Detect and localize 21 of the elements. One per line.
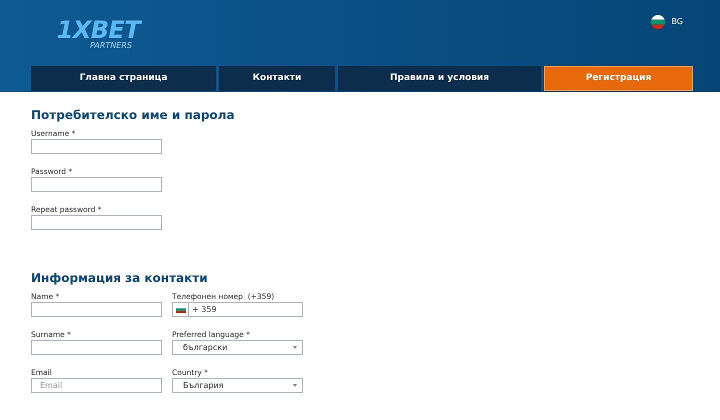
caret-icon (293, 346, 297, 349)
select-dropdown[interactable]: България (172, 378, 303, 393)
flag-icon (651, 15, 666, 29)
input-field[interactable] (31, 139, 162, 154)
language-selector[interactable]: BG (651, 15, 683, 29)
nav-tab[interactable]: Главна страница (31, 66, 216, 91)
select-dropdown[interactable]: български (172, 340, 303, 355)
input-field[interactable]: Email (31, 378, 162, 393)
phone-prefix: + 359 (191, 306, 217, 314)
phone-field[interactable]: + 359 (172, 302, 303, 317)
input-field[interactable] (31, 340, 162, 355)
logo-subtitle: PARTNERS (90, 42, 132, 50)
input-field[interactable] (31, 215, 162, 230)
caret-icon (293, 384, 297, 387)
section-heading: Потребителско име и парола (31, 108, 236, 122)
flag-icon (176, 306, 186, 313)
nav-tab[interactable]: Правила и условия (338, 66, 541, 91)
input-field[interactable] (31, 177, 162, 192)
section-heading: Информация за контакти (31, 271, 209, 285)
nav-tab[interactable]: Контакти (219, 66, 335, 91)
input-field[interactable] (31, 302, 162, 317)
